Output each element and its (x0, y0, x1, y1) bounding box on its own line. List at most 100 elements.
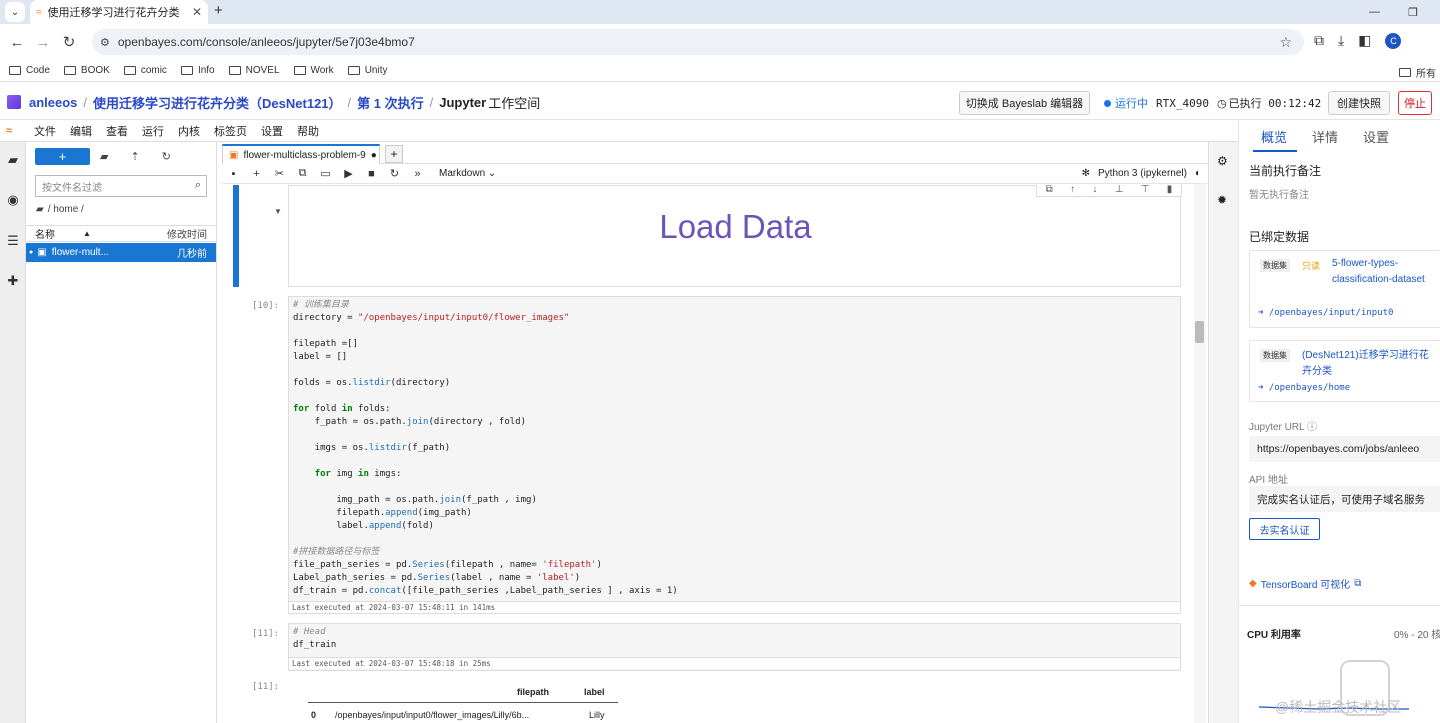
reload-icon[interactable]: ↻ (56, 33, 82, 51)
copy-icon[interactable]: ⧉ (291, 167, 314, 180)
restart-icon[interactable]: ↻ (383, 167, 406, 180)
code-editor[interactable]: # 训练集目录 directory = "/openbayes/input/in… (289, 297, 1180, 601)
code-editor[interactable]: # Head df_train (289, 624, 1180, 657)
sidebar-icon[interactable]: ◧ (1358, 32, 1371, 49)
bookmark-work[interactable]: Work (293, 65, 334, 76)
tab-settings[interactable]: 设置 (1363, 127, 1389, 146)
tab-search-button[interactable]: ⌄ (5, 2, 25, 22)
col-name-header[interactable]: 名称 (35, 226, 55, 241)
bookmark-novel[interactable]: NOVEL (228, 65, 280, 76)
execution-info: Last executed at 2024-03-07 15:48:18 in … (289, 657, 1180, 669)
running-kernels-icon[interactable]: ◉ (6, 192, 20, 207)
dataset-name-link[interactable]: (DesNet121)迁移学习进行花卉分类 (1302, 348, 1438, 380)
profile-avatar[interactable]: C (1385, 32, 1402, 49)
col-modified-header[interactable]: 修改时间 (167, 226, 207, 241)
bookmark-info[interactable]: Info (180, 65, 215, 76)
kernel-name[interactable]: Python 3 (ipykernel) (1098, 168, 1187, 179)
new-launcher-button[interactable]: + (35, 148, 90, 165)
new-folder-icon[interactable]: ▰ (100, 150, 108, 163)
extensions-puzzle-icon[interactable]: ✚ (6, 273, 20, 288)
menu-tabs[interactable]: 标签页 (214, 123, 247, 139)
run-all-icon[interactable]: » (406, 168, 429, 180)
new-notebook-tab-button[interactable]: + (385, 145, 403, 163)
verify-identity-button[interactable]: 去实名认证 (1249, 518, 1320, 540)
bookmark-code[interactable]: Code (9, 65, 50, 76)
file-list-item[interactable]: ● ▣ flower-mult... 几秒前 (26, 243, 216, 262)
dataset-name-link[interactable]: 5-flower-types-classification-dataset (1332, 256, 1440, 288)
duplicate-cell-icon[interactable]: ⧉ (1046, 185, 1053, 195)
jupyter-url-field[interactable]: https://openbayes.com/jobs/anleeo (1249, 436, 1440, 462)
tab-close-icon[interactable]: ✕ (192, 5, 202, 19)
insert-cell-icon[interactable]: + (245, 168, 268, 180)
file-browser-icon[interactable]: ▰ (6, 152, 20, 167)
upload-icon[interactable]: ⇡ (130, 150, 139, 163)
breadcrumb-user[interactable]: anleeos (29, 95, 77, 110)
create-snapshot-button[interactable]: 创建快照 (1328, 91, 1390, 115)
code-cell[interactable]: # Head df_train Last executed at 2024-03… (288, 623, 1181, 671)
run-icon[interactable]: ▶ (337, 167, 360, 180)
markdown-heading: Load Data (659, 208, 812, 245)
stop-kernel-icon[interactable]: ■ (360, 168, 383, 180)
jupyter-favicon-icon: ≈ (36, 6, 42, 18)
breadcrumb-project[interactable]: 使用迁移学习进行花卉分类（DesNet121） (93, 93, 342, 112)
site-settings-icon[interactable]: ⚙ (100, 36, 110, 49)
tab-details[interactable]: 详情 (1312, 127, 1338, 146)
menu-settings[interactable]: 设置 (261, 123, 283, 139)
menu-kernel[interactable]: 内核 (178, 123, 200, 139)
insert-below-icon[interactable]: ⊤ (1141, 185, 1150, 195)
property-inspector-icon[interactable]: ⚙ (1217, 154, 1228, 168)
paste-icon[interactable]: ▭ (314, 167, 337, 180)
save-icon[interactable]: ▪ (222, 168, 245, 180)
file-browser-path[interactable]: ▰ / home / (36, 204, 84, 215)
all-bookmarks[interactable]: 所有 (1399, 65, 1436, 80)
bookmark-label: NOVEL (245, 65, 280, 76)
new-tab-button[interactable]: + (214, 2, 223, 19)
move-down-icon[interactable]: ↓ (1092, 185, 1097, 195)
tensorboard-link[interactable]: ◆ TensorBoard 可视化 ⧉ (1249, 576, 1361, 591)
cell-type-select[interactable]: Markdown ⌄ (439, 168, 496, 179)
delete-cell-icon[interactable]: ▮ (1167, 185, 1173, 195)
unsaved-dot-icon[interactable]: ● (371, 150, 377, 161)
address-bar[interactable]: ⚙ openbayes.com/console/anleeos/jupyter/… (92, 29, 1304, 55)
move-up-icon[interactable]: ↑ (1070, 185, 1075, 195)
markdown-cell[interactable]: Load Data (288, 185, 1181, 287)
notebook-scrollbar[interactable] (1194, 184, 1206, 723)
menu-view[interactable]: 查看 (106, 123, 128, 139)
collapse-caret-icon[interactable]: ▼ (274, 207, 282, 216)
menu-file[interactable]: 文件 (34, 123, 56, 139)
stop-button[interactable]: 停止 (1398, 91, 1432, 115)
info-icon[interactable]: ⓘ (1307, 422, 1317, 433)
switch-editor-button[interactable]: 切换成 Bayeslab 编辑器 (959, 91, 1090, 115)
menu-help[interactable]: 帮助 (297, 123, 319, 139)
code-cell[interactable]: # 训练集目录 directory = "/openbayes/input/in… (288, 296, 1181, 614)
breadcrumb-run[interactable]: 第 1 次执行 (357, 93, 423, 112)
refresh-icon[interactable]: ↻ (162, 150, 171, 163)
back-icon[interactable]: ← (4, 34, 30, 51)
dataset-card[interactable]: 数据集 (DesNet121)迁移学习进行花卉分类 ➜ /openbayes/h… (1249, 340, 1440, 402)
debugger-bug-icon[interactable]: ✹ (1217, 193, 1227, 207)
bookmark-star-icon[interactable]: ☆ (1279, 34, 1292, 51)
menu-run[interactable]: 运行 (142, 123, 164, 139)
cut-icon[interactable]: ✂ (268, 167, 291, 180)
debugger-icon[interactable]: ✻ (1082, 168, 1090, 179)
bookmark-book[interactable]: BOOK (63, 65, 110, 76)
menu-edit[interactable]: 编辑 (70, 123, 92, 139)
insert-above-icon[interactable]: ⊥ (1115, 185, 1124, 195)
active-cell-indicator (233, 185, 239, 287)
tab-overview[interactable]: 概览 (1261, 127, 1287, 146)
minimize-icon[interactable]: — (1369, 6, 1380, 18)
restore-icon[interactable]: ❐ (1408, 6, 1418, 19)
dataset-card[interactable]: 数据集 只读 5-flower-types-classification-dat… (1249, 250, 1440, 328)
bookmark-comic[interactable]: comic (123, 65, 167, 76)
download-icon[interactable]: ⤓ (1338, 32, 1344, 49)
file-filter-input[interactable]: 按文件名过滤 ⌕ (35, 175, 207, 197)
folder-icon (63, 66, 76, 75)
bookmark-unity[interactable]: Unity (347, 65, 387, 76)
scrollbar-thumb[interactable] (1195, 321, 1204, 343)
browser-tab-active[interactable]: ≈ 使用迁移学习进行花卉分类（D ✕ (30, 0, 208, 24)
toc-icon[interactable]: ☰ (6, 233, 20, 248)
forward-icon[interactable]: → (30, 34, 56, 51)
extensions-icon[interactable]: ⧉ (1314, 32, 1324, 49)
notebook-tab[interactable]: ▣ flower-multiclass-problem-9 ● (222, 144, 380, 164)
run-status: 运行中 RTX_4090 ◷ 已执行 00:12:42 (1104, 95, 1321, 111)
